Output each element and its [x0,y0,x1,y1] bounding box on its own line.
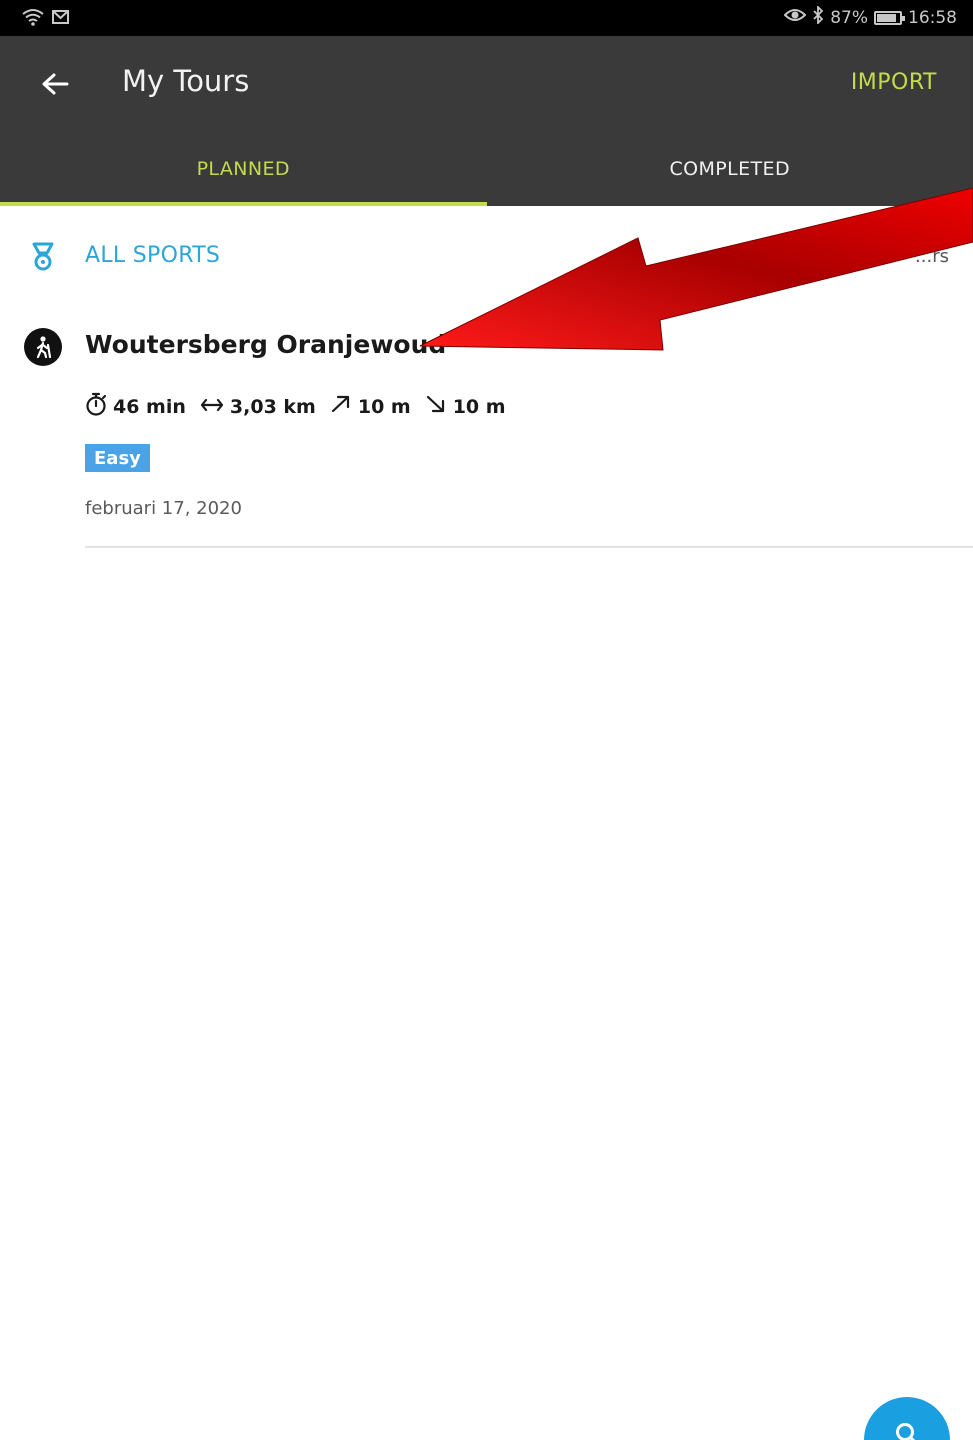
distance-value: 3,03 km [229,395,316,418]
page-title: My Tours [122,64,250,98]
status-left-icons [22,8,69,31]
hiking-icon [24,328,62,366]
tour-name: Woutersberg Oranjewoud [85,330,447,359]
all-sports-filter[interactable]: ALL SPORTS [85,243,220,268]
tab-planned[interactable]: PLANNED [0,132,487,206]
duration-stat: 46 min [85,392,186,421]
tour-date: februari 17, 2020 [85,498,242,519]
tab-completed[interactable]: COMPLETED [487,132,973,206]
distance-icon [200,396,230,418]
sport-filter-row[interactable]: ALL SPORTS ...rs [0,206,973,306]
tour-list-item[interactable]: Woutersberg Oranjewoud 46 min 3,03 km 10… [0,310,973,548]
search-icon [894,1421,920,1440]
status-bar: 87% 16:58 [0,0,973,36]
bluetooth-icon [812,4,824,29]
uphill-stat: 10 m [330,394,411,419]
uphill-value: 10 m [357,395,411,418]
uphill-arrow-icon [330,394,358,419]
medal-icon [30,242,56,272]
difficulty-badge: Easy [85,444,150,472]
battery-percent: 87% [830,7,868,28]
downhill-value: 10 m [452,395,506,418]
back-button[interactable] [30,66,80,106]
back-arrow-icon [41,72,69,101]
downhill-arrow-icon [425,394,453,419]
my-tours-screen: 87% 16:58 My Tours IMPORT PLANNED COMPLE… [0,0,973,1440]
sort-label[interactable]: ...rs [915,246,949,267]
wifi-icon [22,8,44,31]
tab-bar: PLANNED COMPLETED [0,132,973,206]
tour-stats: 46 min 3,03 km 10 m 10 m [85,392,520,421]
clock: 16:58 [908,7,957,28]
import-button[interactable]: IMPORT [851,70,937,95]
downhill-stat: 10 m [425,394,506,419]
duration-value: 46 min [113,395,186,418]
mail-icon [52,10,69,29]
search-fab-button[interactable] [864,1397,950,1440]
app-bar: My Tours IMPORT PLANNED COMPLETED [0,36,973,206]
distance-stat: 3,03 km [200,396,316,418]
status-right-icons: 87% 16:58 [783,4,957,29]
divider [85,546,973,548]
stopwatch-icon [85,392,113,421]
eye-icon [783,7,807,28]
battery-icon [874,10,905,25]
